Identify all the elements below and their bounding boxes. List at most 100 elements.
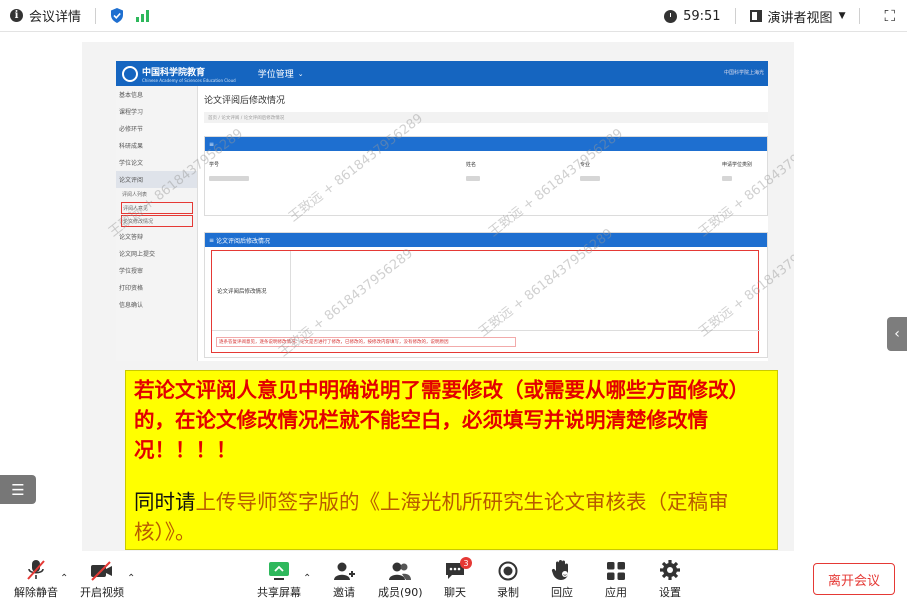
record-icon: [498, 553, 518, 581]
gear-icon: [659, 553, 681, 581]
chat-badge: 3: [460, 557, 472, 569]
sidebar-item: 学位授审: [119, 268, 144, 275]
panel-title-text: 论文评阅后修改情况: [215, 237, 270, 245]
add-user-icon: [333, 553, 355, 581]
react-button[interactable]: 回应: [551, 553, 573, 605]
field-label: 论文评阅后修改情况: [212, 251, 291, 330]
members-label: 成员(90): [378, 586, 423, 599]
info-icon[interactable]: i: [10, 9, 23, 22]
divider: [212, 330, 760, 331]
record-label: 录制: [497, 586, 519, 599]
sidebar-subitem-highlighted: 论文修改情况: [121, 215, 193, 227]
mic-off-icon: [26, 553, 46, 581]
invite-button[interactable]: 邀请: [333, 553, 355, 605]
table-header: 学号 姓名 专业 申请学位类别: [205, 151, 767, 168]
shield-icon[interactable]: [110, 8, 124, 23]
column-header: 专业: [580, 162, 591, 168]
chat-label: 聊天: [444, 586, 466, 599]
members-icon: [388, 553, 412, 581]
page-title: 论文评阅后修改情况: [204, 96, 286, 106]
settings-label: 设置: [659, 586, 681, 599]
chat-button[interactable]: 3 聊天: [444, 553, 472, 605]
menu-icon: ≡: [209, 236, 216, 244]
apps-icon: [606, 553, 626, 581]
meeting-top-bar: i 会议详情 59:51 演讲者视图 ▼ ⛶: [0, 0, 907, 32]
meeting-timer: 59:51: [683, 8, 721, 24]
chat-icon: 3: [444, 553, 472, 581]
divider: [95, 7, 97, 24]
redacted-value: [722, 176, 732, 181]
sidebar-item: 必修环节: [119, 126, 144, 133]
column-header: 姓名: [466, 162, 477, 168]
portal-header: 中国科学院教育 Chinese Academy of Sciences Educ…: [116, 61, 768, 86]
share-screen-button[interactable]: 共享屏幕: [257, 553, 301, 605]
members-button[interactable]: 成员(90): [378, 553, 423, 605]
leave-meeting-button[interactable]: 离开会议: [813, 563, 895, 595]
notice-text-brown: 上传导师签字版的《上海光机所研究生论文审核表（定稿审核）》。: [134, 490, 729, 544]
share-label: 共享屏幕: [257, 586, 301, 599]
logo-text: 中国科学院教育: [142, 67, 206, 78]
fullscreen-icon[interactable]: ⛶: [884, 7, 895, 25]
sidebar-subitem: 评阅人列表: [122, 192, 148, 198]
chevron-up-icon[interactable]: ⌃: [60, 573, 68, 584]
meeting-details-link[interactable]: 会议详情: [29, 6, 81, 25]
clock-icon: [664, 9, 678, 23]
camera-off-icon: [90, 553, 114, 581]
chevron-down-icon[interactable]: ▼: [839, 11, 846, 21]
notice-box: 若论文评阅人意见中明确说明了需要修改（或需要从哪些方面修改）的，在论文修改情况栏…: [125, 370, 778, 550]
logo-subtext: Chinese Academy of Sciences Education Cl…: [142, 77, 236, 83]
shared-screen-area: 中国科学院教育 Chinese Academy of Sciences Educ…: [0, 33, 907, 553]
chevron-down-icon: ⌄: [297, 69, 304, 78]
redacted-value: [466, 176, 480, 181]
column-header: 学号: [209, 162, 220, 168]
list-icon[interactable]: ☰: [0, 475, 36, 504]
chevron-up-icon[interactable]: ⌃: [303, 573, 311, 584]
invite-label: 邀请: [333, 586, 355, 599]
video-button[interactable]: 开启视频: [80, 553, 124, 605]
share-screen-icon: [268, 553, 290, 581]
chevron-up-icon[interactable]: ⌃: [127, 573, 135, 584]
mute-label: 解除静音: [14, 586, 58, 599]
signal-strength-icon[interactable]: [136, 9, 150, 22]
view-mode-dropdown[interactable]: 演讲者视图: [768, 7, 833, 26]
field-hint: 逐条答复评阅意见，逐条说明修改情况：论文是否进行了修改，已修改的，按修改内容填写…: [216, 337, 516, 347]
divider: [859, 8, 861, 24]
logo-icon: [122, 65, 138, 82]
column-header: 申请学位类别: [722, 162, 753, 168]
notice-text-dark: 同时请: [134, 490, 196, 514]
react-label: 回应: [551, 586, 573, 599]
mute-button[interactable]: 解除静音: [14, 553, 58, 605]
sidebar-item-active: 论文评阅: [116, 171, 197, 188]
revision-panel: ≡ 论文评阅后修改情况 论文评阅后修改情况 逐条答复评阅意见，逐条说明修改情况：…: [204, 232, 768, 358]
raise-hand-icon: [551, 553, 573, 581]
table-row: [205, 168, 767, 181]
sidebar-item: 基本信息: [119, 92, 144, 99]
sidebar-item: 打印资格: [119, 285, 144, 292]
student-info-panel: ≡ 学号 姓名 专业 申请学位类别: [204, 136, 768, 216]
settings-button[interactable]: 设置: [659, 553, 681, 605]
sidebar-item: 课程学习: [119, 109, 144, 116]
notice-warning-text: 若论文评阅人意见中明确说明了需要修改（或需要从哪些方面修改）的，在论文修改情况栏…: [134, 378, 749, 462]
notice-upload-text: 同时请上传导师签字版的《上海光机所研究生论文审核表（定稿审核）》。: [134, 487, 769, 547]
sidebar-subitem-highlighted: 评阅人意见: [121, 202, 193, 214]
sidebar-item: 信息确认: [119, 302, 144, 309]
chevron-left-icon[interactable]: ‹: [887, 317, 907, 351]
apps-button[interactable]: 应用: [605, 553, 627, 605]
speaker-view-icon: [749, 10, 762, 22]
portal-sidebar: 基本信息 课程学习 必修环节 科研成果 学位论文 论文评阅 评阅人列表 评阅人意…: [116, 86, 198, 361]
sidebar-item: 论文答辩: [119, 234, 144, 241]
video-label: 开启视频: [80, 586, 124, 599]
sidebar-item: 论文网上提交: [119, 251, 156, 258]
header-user: 中国科学院上海光: [723, 70, 764, 76]
sidebar-item: 学位论文: [119, 160, 144, 167]
redacted-value: [580, 176, 600, 181]
divider: [734, 8, 736, 24]
apps-label: 应用: [605, 586, 627, 599]
sidebar-item: 科研成果: [119, 143, 144, 150]
meeting-toolbar: 解除静音 ⌃ 开启视频 ⌃ 共享屏幕 ⌃ 邀请 成员(90) 3 聊天 录制 回…: [0, 553, 907, 605]
menu-icon: ≡: [205, 137, 767, 151]
portal-content: 论文评阅后修改情况 首页 / 论文评阅 / 论文评阅后修改情况 ≡ 学号 姓名 …: [204, 86, 768, 361]
revision-field-highlight: 论文评阅后修改情况 逐条答复评阅意见，逐条说明修改情况：论文是否进行了修改，已修…: [211, 250, 760, 353]
redacted-value: [209, 176, 249, 181]
record-button[interactable]: 录制: [497, 553, 519, 605]
